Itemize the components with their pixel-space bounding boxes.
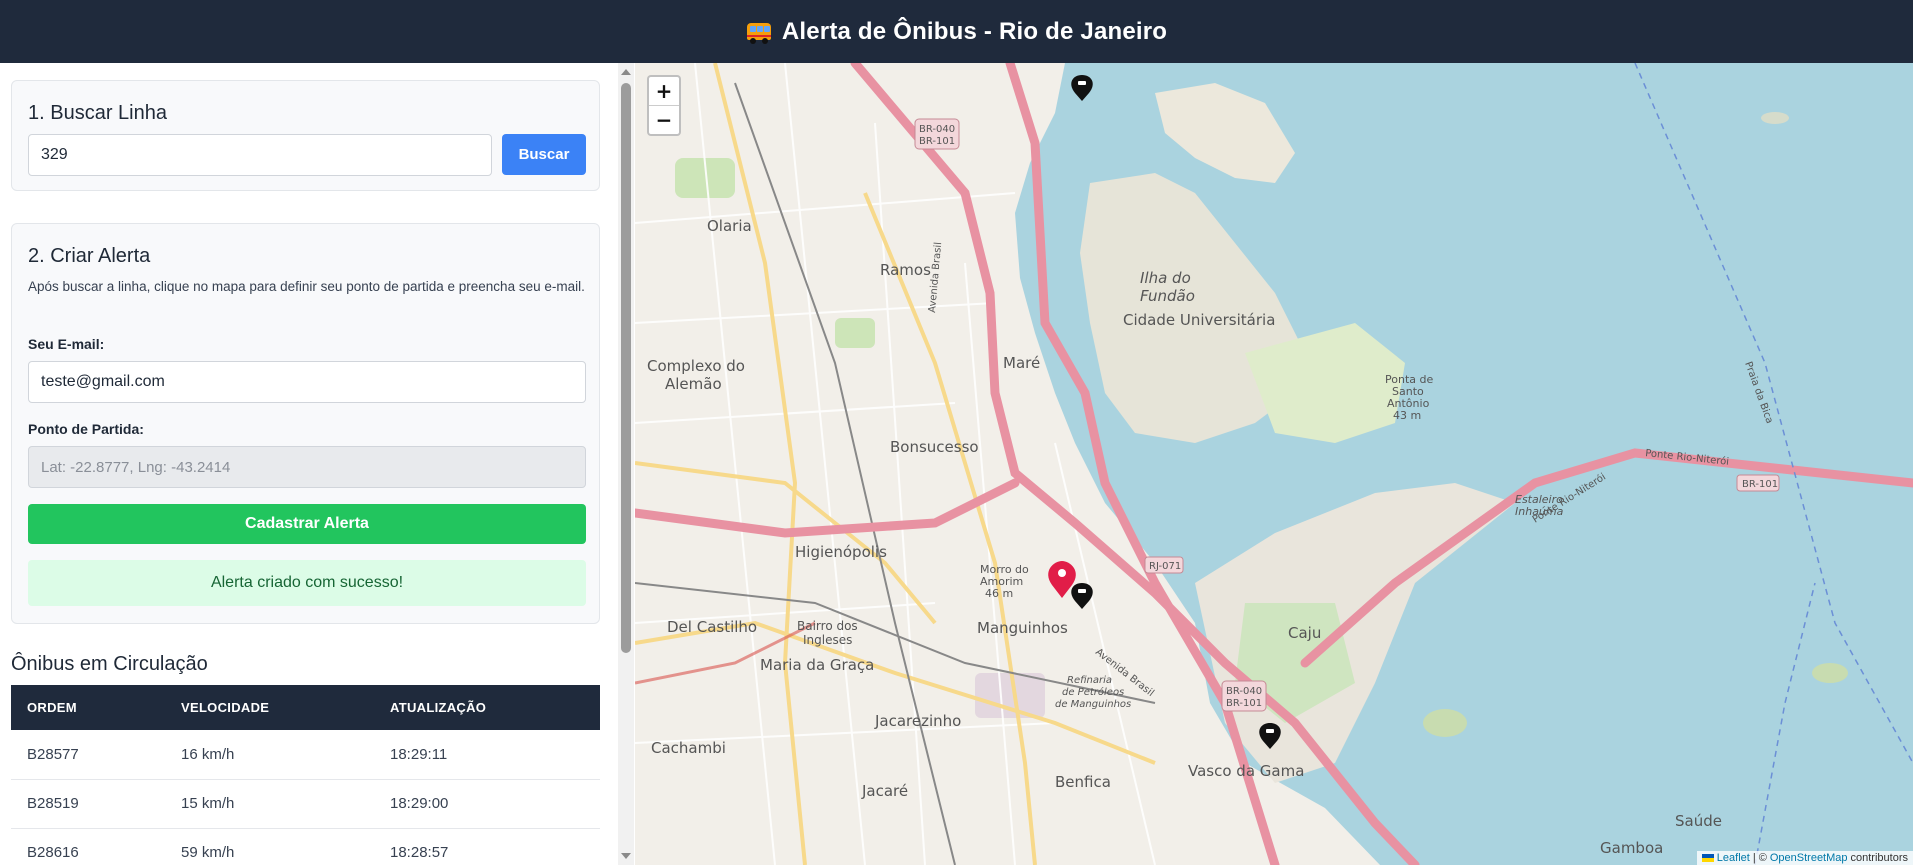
- scroll-down-arrow-icon[interactable]: [621, 853, 631, 859]
- bus-speed-cell: 59 km/h: [165, 828, 374, 865]
- zoom-in-button[interactable]: +: [649, 77, 679, 105]
- search-card: 1. Buscar Linha Buscar: [11, 80, 600, 191]
- svg-text:BR-101: BR-101: [1742, 479, 1778, 490]
- svg-text:Cidade Universitária: Cidade Universitária: [1123, 311, 1275, 329]
- buses-table: ORDEM VELOCIDADE ATUALIZAÇÃO B28577 16 k…: [11, 685, 600, 865]
- page-title: Alerta de Ônibus - Rio de Janeiro: [781, 17, 1168, 45]
- table-row[interactable]: B28616 59 km/h 18:28:57: [11, 828, 600, 865]
- map-attribution: Leaflet | © OpenStreetMap contributors: [1696, 851, 1913, 865]
- svg-text:BR-040: BR-040: [1226, 686, 1262, 697]
- scroll-up-arrow-icon[interactable]: [621, 69, 631, 75]
- map[interactable]: BR-040 BR-101 BR-040 BR-101 RJ-071 BR-10…: [635, 63, 1913, 865]
- create-alert-card: 2. Criar Alerta Após buscar a linha, cli…: [11, 223, 600, 624]
- email-field[interactable]: [28, 361, 586, 403]
- attribution-separator: | ©: [1752, 852, 1767, 864]
- bus-speed-cell: 15 km/h: [165, 779, 374, 829]
- start-point-label: Ponto de Partida:: [28, 421, 144, 437]
- bus-speed-cell: 16 km/h: [165, 730, 374, 780]
- attribution-suffix: contributors: [1850, 852, 1908, 864]
- svg-text:Ilha do: Ilha do: [1140, 269, 1191, 287]
- search-title: 1. Buscar Linha: [28, 102, 167, 124]
- svg-text:Caju: Caju: [1288, 624, 1321, 642]
- bus-order-cell: B28616: [11, 828, 165, 865]
- svg-text:Maria da Graça: Maria da Graça: [760, 656, 874, 674]
- leaflet-link[interactable]: Leaflet: [1717, 852, 1750, 864]
- bus-updated-cell: 18:28:57: [374, 828, 600, 865]
- svg-text:Alemão: Alemão: [665, 375, 722, 393]
- svg-text:Jacarezinho: Jacarezinho: [874, 712, 961, 730]
- svg-text:BR-101: BR-101: [919, 136, 955, 147]
- bus-order-cell: B28519: [11, 779, 165, 829]
- sidebar-scrollbar[interactable]: [618, 63, 634, 865]
- bus-updated-cell: 18:29:11: [374, 730, 600, 780]
- svg-text:Benfica: Benfica: [1055, 773, 1111, 791]
- svg-text:BR-040: BR-040: [919, 124, 955, 135]
- zoom-control: + −: [647, 75, 681, 136]
- alert-title: 2. Criar Alerta: [28, 245, 151, 267]
- success-message: Alerta criado com sucesso!: [28, 560, 586, 606]
- svg-text:Bairro dos: Bairro dos: [797, 619, 858, 633]
- bus-updated-cell: 18:29:00: [374, 779, 600, 829]
- svg-text:Maré: Maré: [1003, 354, 1040, 372]
- svg-text:RJ-071: RJ-071: [1149, 561, 1181, 572]
- bus-order-cell: B28577: [11, 730, 165, 780]
- svg-text:Ingleses: Ingleses: [803, 633, 852, 647]
- svg-text:Jacaré: Jacaré: [861, 782, 908, 800]
- svg-text:de Manguinhos: de Manguinhos: [1055, 699, 1131, 710]
- svg-text:43 m: 43 m: [1393, 409, 1421, 422]
- ukraine-flag-icon: [1701, 854, 1714, 862]
- svg-text:Bonsucesso: Bonsucesso: [890, 438, 979, 456]
- svg-text:Refinaria: Refinaria: [1067, 675, 1112, 686]
- svg-text:Ramos: Ramos: [880, 261, 931, 279]
- column-header-updated: ATUALIZAÇÃO: [390, 700, 487, 715]
- svg-text:46 m: 46 m: [985, 587, 1013, 600]
- search-button[interactable]: Buscar: [502, 134, 586, 175]
- table-row[interactable]: B28577 16 km/h 18:29:11: [11, 730, 600, 780]
- svg-text:Gamboa: Gamboa: [1600, 839, 1663, 857]
- start-point-field[interactable]: [28, 446, 586, 488]
- table-row[interactable]: B28519 15 km/h 18:29:00: [11, 779, 600, 829]
- svg-text:Manguinhos: Manguinhos: [977, 619, 1068, 637]
- alert-hint: Após buscar a linha, clique no mapa para…: [28, 279, 585, 294]
- sidebar: 1. Buscar Linha Buscar 2. Criar Alerta A…: [0, 63, 622, 865]
- svg-text:Saúde: Saúde: [1675, 812, 1722, 830]
- svg-text:Vasco da Gama: Vasco da Gama: [1188, 762, 1304, 780]
- scroll-thumb[interactable]: [621, 83, 631, 653]
- svg-text:Complexo do: Complexo do: [647, 357, 745, 375]
- zoom-out-button[interactable]: −: [649, 105, 679, 133]
- osm-link[interactable]: OpenStreetMap: [1770, 852, 1848, 864]
- create-alert-button[interactable]: Cadastrar Alerta: [28, 504, 586, 544]
- email-label: Seu E-mail:: [28, 336, 105, 352]
- line-search-input[interactable]: [28, 134, 492, 176]
- column-header-order: ORDEM: [27, 700, 77, 715]
- column-header-speed: VELOCIDADE: [181, 700, 270, 715]
- svg-text:Fundão: Fundão: [1140, 287, 1195, 305]
- svg-text:Cachambi: Cachambi: [651, 739, 726, 757]
- svg-text:Olaria: Olaria: [707, 217, 752, 235]
- svg-text:Higienópolis: Higienópolis: [795, 543, 887, 561]
- app-header: Alerta de Ônibus - Rio de Janeiro: [0, 0, 1913, 63]
- bus-icon: [746, 21, 772, 44]
- svg-text:de Petróleos: de Petróleos: [1062, 686, 1124, 698]
- buses-title: Ônibus em Circulação: [11, 653, 208, 675]
- table-header-row: ORDEM VELOCIDADE ATUALIZAÇÃO: [11, 685, 600, 730]
- svg-text:BR-101: BR-101: [1226, 698, 1262, 709]
- map-tiles: BR-040 BR-101 BR-040 BR-101 RJ-071 BR-10…: [635, 63, 1913, 865]
- svg-text:Del Castilho: Del Castilho: [667, 618, 757, 636]
- svg-text:Avenida Brasil: Avenida Brasil: [927, 242, 944, 314]
